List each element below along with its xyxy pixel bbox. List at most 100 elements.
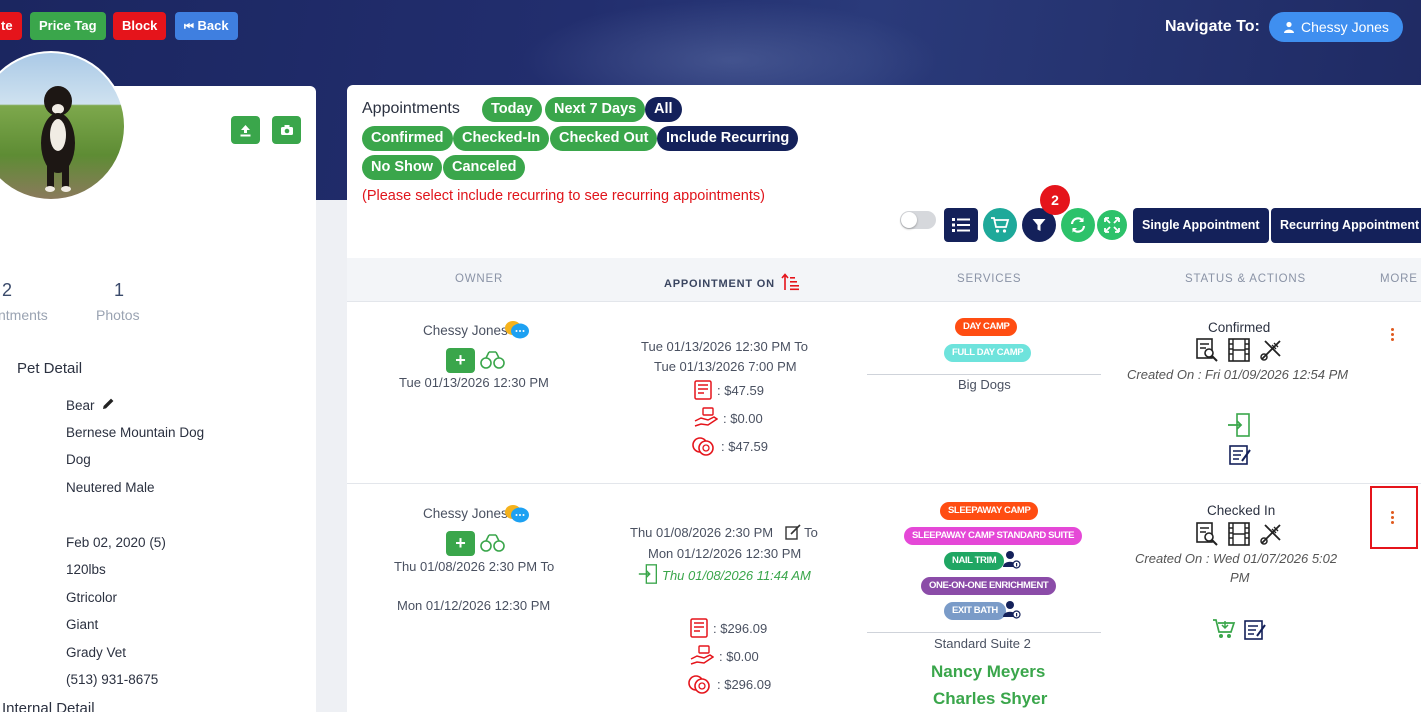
col-appointment-on[interactable]: APPOINTMENT ON [664, 273, 799, 291]
service-badge: SLEEPAWAY CAMP STANDARD SUITE [904, 527, 1083, 545]
pet-name-value: Bear [66, 398, 95, 413]
pet-detail-title: Pet Detail [17, 360, 83, 377]
sort-icon[interactable] [781, 273, 799, 291]
service-divider [867, 632, 1101, 633]
appointment-to-label: To [804, 525, 818, 540]
pet-color: Gtricolor [66, 590, 118, 605]
delete-button[interactable]: te [0, 12, 22, 40]
filter-no-show[interactable]: No Show [362, 155, 443, 180]
list-view-button[interactable] [944, 208, 978, 242]
chat-icon[interactable] [504, 503, 530, 525]
back-button[interactable]: ⏮ Back [175, 12, 238, 40]
binoculars-icon[interactable] [480, 351, 505, 369]
col-owner: OWNER [455, 273, 504, 285]
film-icon[interactable] [1228, 338, 1250, 362]
row-divider [347, 301, 1421, 302]
service-badge: NAIL TRIM [944, 552, 1005, 570]
filter-checked-out[interactable]: Checked Out [550, 126, 658, 151]
cart-button[interactable] [983, 208, 1017, 242]
staff-info-icon[interactable] [1003, 550, 1021, 570]
coins-icon [688, 675, 710, 694]
price-tag-label: Price Tag [39, 18, 97, 33]
refresh-button[interactable] [1061, 208, 1095, 242]
block-button[interactable]: Block [113, 12, 167, 40]
staff-info-icon[interactable] [1003, 600, 1021, 620]
view-toggle[interactable] [900, 211, 936, 229]
pet-birthdate: Feb 02, 2020 (5) [66, 535, 166, 550]
edit-note-icon[interactable] [785, 524, 801, 540]
grooming-tools-icon[interactable] [1259, 522, 1283, 546]
upload-icon [240, 124, 251, 136]
filter-today[interactable]: Today [482, 97, 542, 122]
view-document-icon[interactable] [1196, 338, 1218, 362]
appointments-panel: Appointments Today Next 7 Days All Confi… [347, 85, 1421, 712]
service-badge: SLEEPAWAY CAMP [940, 502, 1039, 520]
more-options-button[interactable] [1391, 511, 1395, 526]
view-document-icon[interactable] [1196, 522, 1218, 546]
checkin-time: Thu 01/08/2026 11:44 AM [638, 564, 811, 584]
pet-species: Dog [66, 452, 91, 467]
recurring-notice: (Please select include recurring to see … [362, 188, 765, 204]
paid-amount: : $0.00 [690, 645, 759, 667]
filter-next-7-days[interactable]: Next 7 Days [545, 97, 646, 122]
table-header: OWNER APPOINTMENT ON SERVICES STATUS & A… [347, 258, 1421, 302]
add-button[interactable]: + [446, 348, 475, 373]
filter-include-recurring[interactable]: Include Recurring [657, 126, 799, 151]
navigate-label: Navigate To: [1165, 18, 1260, 35]
created-on: Created On : Wed 01/07/2026 5:02 [1135, 551, 1338, 566]
film-icon[interactable] [1228, 522, 1250, 546]
checkout-cart-icon[interactable] [1212, 618, 1236, 640]
recurring-appointment-button[interactable]: Recurring Appointment [1271, 208, 1421, 243]
invoice-icon[interactable] [694, 380, 712, 400]
photos-count-label: Photos [96, 307, 140, 323]
owner-date: Tue 01/13/2026 12:30 PM [399, 375, 549, 390]
refresh-icon [1070, 217, 1086, 233]
block-label: Block [122, 18, 158, 33]
navigate-user-label: Chessy Jones [1301, 19, 1389, 35]
invoice-icon[interactable] [690, 618, 708, 638]
status-text: Checked In [1207, 503, 1276, 518]
owner-date-start: Thu 01/08/2026 2:30 PM To [394, 559, 555, 574]
grooming-tools-icon[interactable] [1259, 338, 1283, 362]
more-options-button[interactable] [1391, 328, 1395, 343]
service-badge: ONE-ON-ONE ENRICHMENT [921, 577, 1057, 595]
notes-icon[interactable] [1228, 442, 1252, 466]
single-appointment-button[interactable]: Single Appointment [1133, 208, 1269, 243]
balance-amount: : $47.59 [692, 435, 768, 457]
appointment-start: Tue 01/13/2026 12:30 PM To [641, 339, 808, 354]
binoculars-icon[interactable] [480, 534, 505, 552]
appointments-count: 2 [2, 280, 13, 300]
pet-weight: 120lbs [66, 562, 106, 577]
service-group: Standard Suite 2 [934, 636, 1031, 651]
upload-photo-button[interactable] [231, 116, 260, 144]
add-button[interactable]: + [446, 531, 475, 556]
service-badge: DAY CAMP [955, 318, 1018, 336]
pet-vet-phone: (513) 931-8675 [66, 672, 159, 687]
edit-icon[interactable] [101, 397, 115, 411]
appointments-title: Appointments [362, 100, 460, 117]
balance-value: : $47.59 [721, 438, 768, 454]
notes-icon[interactable] [1243, 617, 1267, 641]
chat-icon[interactable] [504, 319, 530, 341]
filter-canceled[interactable]: Canceled [443, 155, 526, 180]
camera-button[interactable] [272, 116, 301, 144]
service-badge: EXIT BATH [944, 602, 1006, 620]
paid-value: : $0.00 [723, 410, 763, 426]
pet-size: Giant [66, 617, 99, 632]
fullscreen-button[interactable] [1097, 210, 1127, 240]
navigate-user-button[interactable]: Chessy Jones [1269, 12, 1403, 42]
col-status-actions: STATUS & ACTIONS [1185, 273, 1306, 285]
filter-checked-in[interactable]: Checked-In [453, 126, 550, 151]
pet-sex: Neutered Male [66, 480, 155, 495]
owner-name[interactable]: Chessy Jones [423, 323, 508, 338]
balance-value: : $296.09 [717, 676, 772, 692]
service-group: Big Dogs [958, 377, 1011, 392]
cart-icon [991, 217, 1010, 233]
owner-name[interactable]: Chessy Jones [423, 506, 508, 521]
payment-hand-icon [690, 645, 714, 665]
filter-confirmed[interactable]: Confirmed [362, 126, 453, 151]
status-text: Confirmed [1208, 320, 1271, 335]
price-tag-button[interactable]: Price Tag [30, 12, 106, 40]
check-in-icon[interactable] [1227, 413, 1251, 437]
filter-all[interactable]: All [645, 97, 682, 122]
